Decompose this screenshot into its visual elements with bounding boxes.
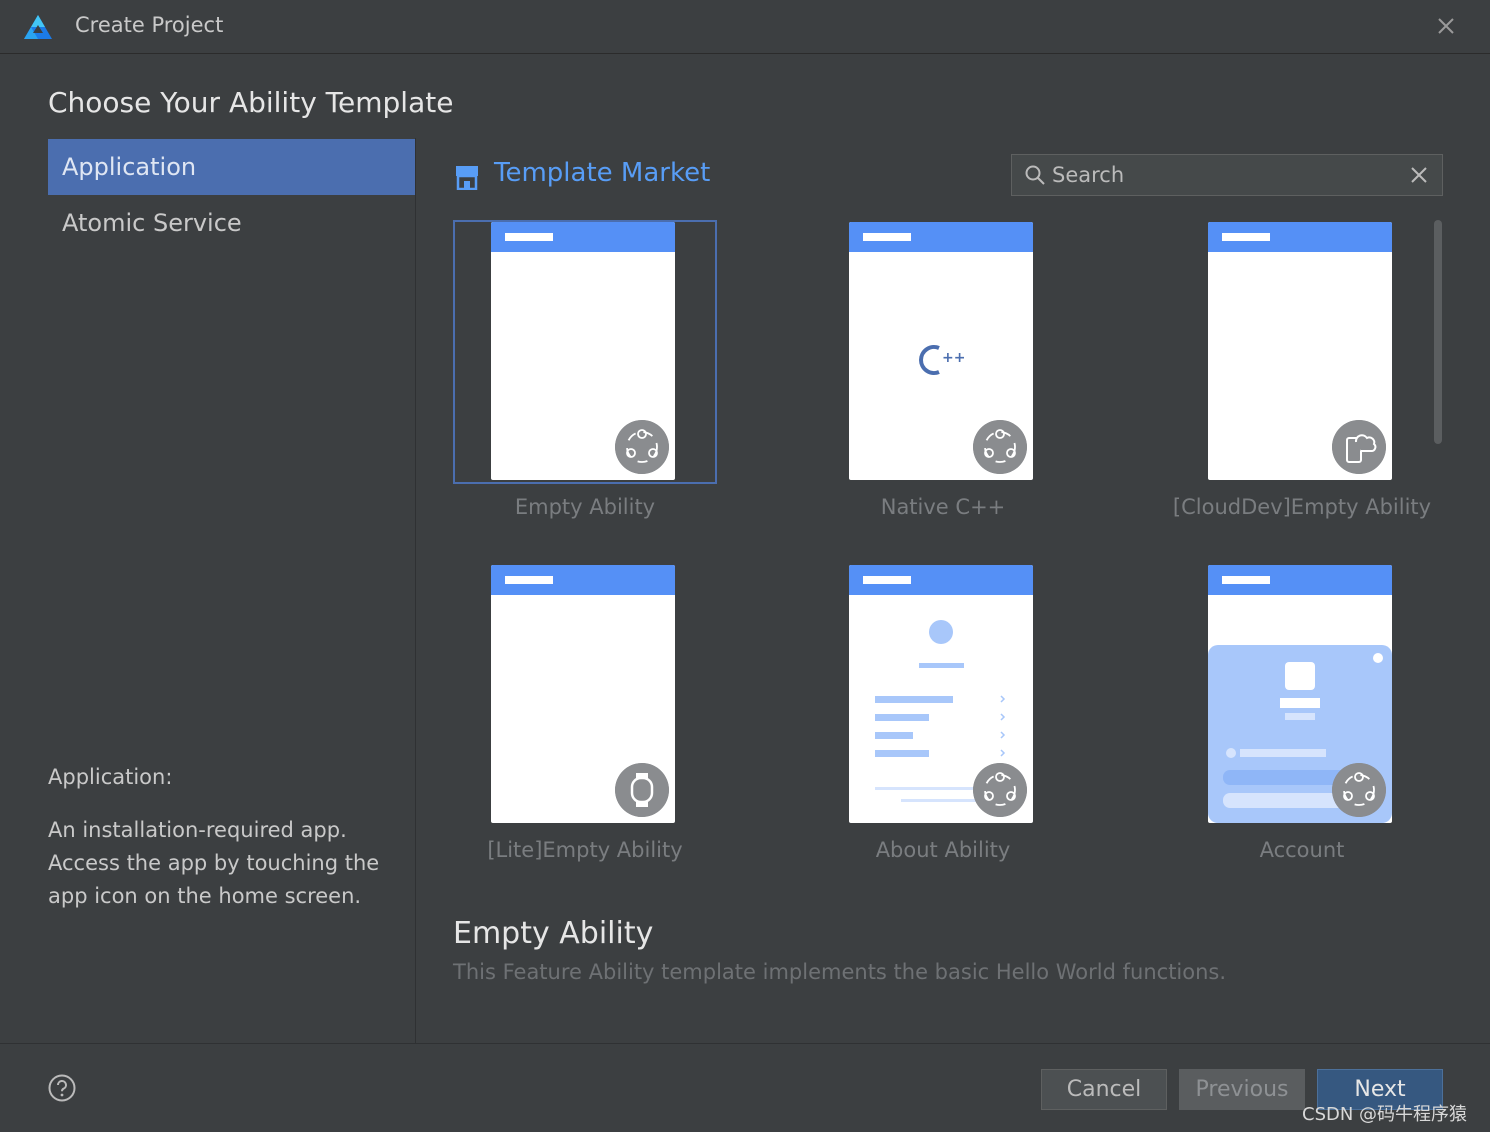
selected-template-description: This Feature Ability template implements… [453, 960, 1227, 984]
close-icon[interactable] [1434, 14, 1458, 38]
template-market-link[interactable]: Template Market [494, 158, 710, 188]
ability-icon [1332, 763, 1386, 817]
template-name: Empty Ability [514, 495, 656, 519]
template-card-about-ability[interactable]: About Ability [811, 563, 1075, 862]
template-preview: ++ [849, 222, 1033, 480]
search-box[interactable] [1011, 154, 1443, 196]
sidebar-item-application[interactable]: Application [48, 139, 415, 195]
template-name: Account [1259, 838, 1345, 862]
template-name: About Ability [875, 838, 1011, 862]
template-list-scrollbar[interactable] [1434, 220, 1442, 444]
sidebar-item-atomic-service[interactable]: Atomic Service [48, 195, 415, 251]
clear-search-icon[interactable] [1408, 164, 1430, 186]
category-description-title: Application: [48, 765, 173, 789]
search-input[interactable] [1052, 159, 1392, 191]
previous-button[interactable]: Previous [1179, 1069, 1305, 1110]
window-title: Create Project [75, 13, 224, 37]
selected-template-title: Empty Ability [453, 916, 654, 951]
template-preview [1208, 222, 1392, 480]
ability-icon [973, 763, 1027, 817]
cpp-logo-icon: ++ [919, 345, 965, 375]
watermark-text: CSDN @码牛程序猿 [1302, 1104, 1468, 1125]
cloud-device-icon [1332, 420, 1386, 474]
store-icon [456, 166, 478, 190]
template-name: [Lite]Empty Ability [487, 838, 683, 862]
ability-icon [973, 420, 1027, 474]
template-preview [491, 222, 675, 480]
help-icon[interactable] [48, 1074, 76, 1102]
template-card-native-cpp[interactable]: ++ Native C++ [811, 220, 1075, 519]
svg-text:++: ++ [942, 350, 965, 366]
template-name: [CloudDev]Empty Ability [1172, 495, 1432, 519]
template-name: Native C++ [880, 495, 1006, 519]
template-preview [491, 565, 675, 823]
template-card-clouddev-empty-ability[interactable]: [CloudDev]Empty Ability [1170, 220, 1434, 519]
watch-icon [615, 763, 669, 817]
template-card-empty-ability[interactable]: Empty Ability [453, 220, 717, 519]
template-preview [849, 565, 1033, 823]
ability-icon [615, 420, 669, 474]
template-card-lite-empty-ability[interactable]: [Lite]Empty Ability [453, 563, 717, 862]
template-card-account[interactable]: Account [1170, 563, 1434, 862]
page-title: Choose Your Ability Template [48, 86, 454, 119]
category-description: An installation-required app. Access the… [48, 818, 380, 908]
cancel-button[interactable]: Cancel [1041, 1069, 1167, 1110]
app-logo-icon [24, 15, 52, 39]
template-preview [1208, 565, 1392, 823]
search-icon [1025, 165, 1045, 185]
title-bar: Create Project [0, 0, 1490, 54]
